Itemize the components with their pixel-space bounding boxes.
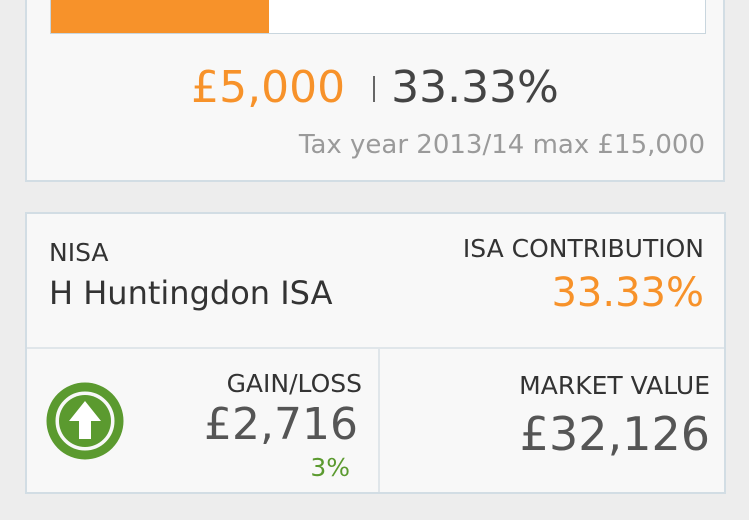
- gain-loss-panel: GAIN/LOSS £2,716 3%: [27, 349, 380, 492]
- allowance-summary: £5,000 33.33%: [27, 62, 723, 113]
- page: £5,000 33.33% Tax year 2013/14 max £15,00…: [0, 0, 749, 520]
- gain-loss-percent: 3%: [310, 453, 350, 482]
- market-value-label: MARKET VALUE: [519, 371, 710, 400]
- gain-loss-label: GAIN/LOSS: [226, 369, 362, 398]
- isa-header: NISA H Huntingdon ISA ISA CONTRIBUTION 3…: [27, 214, 724, 349]
- isa-account-card[interactable]: NISA H Huntingdon ISA ISA CONTRIBUTION 3…: [25, 212, 726, 494]
- allowance-card: £5,000 33.33% Tax year 2013/14 max £15,00…: [25, 0, 725, 182]
- isa-name: H Huntingdon ISA: [49, 274, 333, 312]
- isa-type: NISA: [49, 238, 109, 267]
- allowance-divider: [373, 76, 376, 102]
- isa-contribution-value: 33.33%: [551, 270, 704, 316]
- allowance-amount: £5,000: [191, 62, 346, 113]
- allowance-progress-fill: [51, 0, 269, 33]
- allowance-percent: 33.33%: [391, 62, 559, 113]
- market-value-panel: MARKET VALUE £32,126: [380, 349, 724, 492]
- tax-year-note: Tax year 2013/14 max £15,000: [298, 130, 705, 160]
- market-value-amount: £32,126: [519, 407, 710, 461]
- arrow-up-circle-icon: [46, 382, 124, 460]
- isa-contribution-label: ISA CONTRIBUTION: [462, 234, 704, 263]
- allowance-progress-bar: [50, 0, 706, 34]
- gain-loss-value: £2,716: [204, 399, 358, 450]
